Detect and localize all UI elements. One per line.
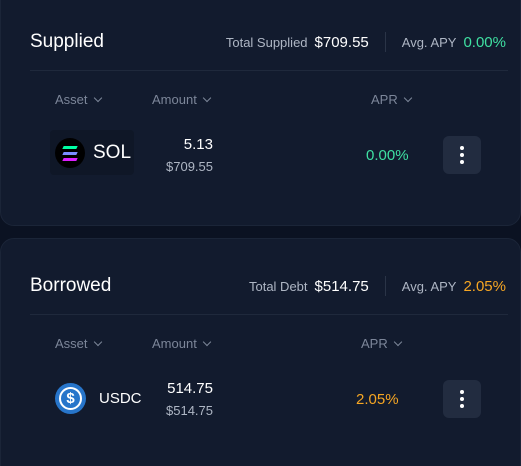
column-amount-sort[interactable]: Amount	[152, 336, 212, 351]
column-asset-label: Asset	[55, 92, 88, 107]
column-amount-label: Amount	[152, 336, 197, 351]
borrowed-title: Borrowed	[30, 275, 112, 296]
column-amount-sort[interactable]: Amount	[152, 92, 212, 107]
supplied-title: Supplied	[30, 31, 104, 52]
avg-apy-value: 2.05%	[463, 277, 506, 295]
summary-divider	[384, 276, 386, 296]
amount-value: 5.13	[183, 136, 213, 153]
chevron-down-icon	[93, 93, 102, 102]
column-amount-label: Amount	[152, 92, 197, 107]
apr-value: 0.00%	[366, 147, 409, 164]
header-divider	[30, 314, 508, 315]
apr-value: 2.05%	[356, 391, 399, 408]
sol-icon	[55, 138, 85, 168]
chevron-down-icon	[393, 337, 402, 346]
row-menu-button[interactable]	[443, 380, 481, 418]
amount-usd-value: $514.75	[166, 403, 213, 418]
table-row-asset[interactable]: SOL	[55, 138, 131, 168]
column-apr-sort[interactable]: APR	[361, 336, 402, 351]
column-asset-sort[interactable]: Asset	[55, 336, 102, 351]
avg-apy-label: Avg. APY	[401, 34, 457, 50]
usdc-icon: $	[55, 383, 86, 414]
total-debt-label: Total Debt	[248, 278, 308, 294]
column-asset-label: Asset	[55, 336, 88, 351]
header-divider	[30, 70, 508, 71]
borrowed-panel: Borrowed Total Debt $514.75 Avg. APY 2.0…	[0, 238, 521, 466]
amount-usd-value: $709.55	[166, 159, 213, 174]
row-menu-button[interactable]	[443, 136, 481, 174]
column-apr-label: APR	[371, 92, 398, 107]
chevron-down-icon	[403, 93, 412, 102]
avg-apy-label: Avg. APY	[401, 278, 457, 294]
supplied-summary: Total Supplied $709.55 Avg. APY 0.00%	[226, 32, 506, 52]
summary-divider	[384, 32, 386, 52]
positions-page: Supplied Total Supplied $709.55 Avg. APY…	[0, 0, 521, 466]
total-supplied-value: $709.55	[314, 33, 369, 51]
chevron-down-icon	[202, 93, 212, 102]
amount-value: 514.75	[167, 380, 213, 397]
column-asset-sort[interactable]: Asset	[55, 92, 102, 107]
column-apr-sort[interactable]: APR	[371, 92, 412, 107]
chevron-down-icon	[93, 337, 102, 346]
column-apr-label: APR	[361, 336, 388, 351]
amount-cell: 5.13 $709.55	[123, 136, 213, 174]
supplied-panel: Supplied Total Supplied $709.55 Avg. APY…	[0, 0, 521, 226]
total-supplied-label: Total Supplied	[225, 34, 308, 50]
avg-apy-value: 0.00%	[463, 33, 506, 51]
chevron-down-icon	[202, 337, 212, 346]
borrowed-summary: Total Debt $514.75 Avg. APY 2.05%	[249, 276, 506, 296]
amount-cell: 514.75 $514.75	[123, 380, 213, 418]
total-debt-value: $514.75	[314, 277, 369, 295]
